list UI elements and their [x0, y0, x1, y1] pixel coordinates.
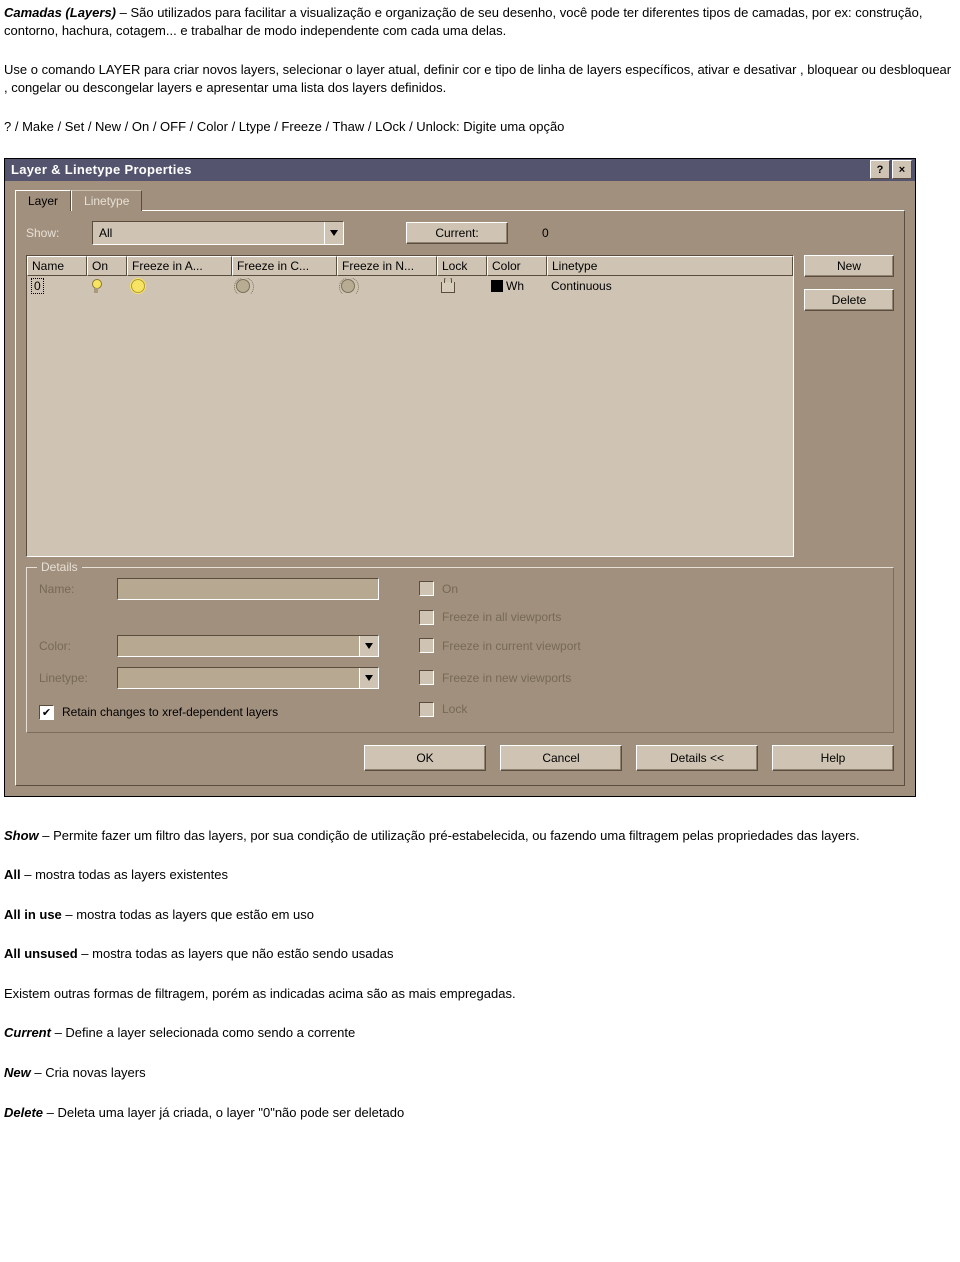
- details-linetype-combo[interactable]: [117, 667, 379, 689]
- details-fieldset: Details Name: On Freeze in all viewports…: [26, 567, 894, 733]
- tab-layer[interactable]: Layer: [15, 190, 71, 211]
- checkbox-freeze-current[interactable]: [419, 638, 434, 653]
- details-lock-label: Lock: [442, 702, 467, 716]
- delete-desc: Delete – Deleta uma layer já criada, o l…: [4, 1104, 956, 1122]
- col-freeze-new[interactable]: Freeze in N...: [337, 256, 437, 276]
- intro-heading: Camadas (Layers): [4, 5, 116, 20]
- details-legend: Details: [37, 560, 82, 574]
- other-filter-desc: Existem outras formas de filtragem, poré…: [4, 985, 956, 1003]
- intro-p1-rest: – São utilizados para facilitar a visual…: [4, 5, 922, 38]
- show-combo-value: All: [93, 226, 324, 240]
- color-swatch-icon[interactable]: [491, 280, 503, 292]
- details-retain-label: Retain changes to xref-dependent layers: [62, 705, 278, 719]
- details-color-label: Color:: [39, 639, 109, 653]
- show-combo[interactable]: All: [92, 221, 344, 245]
- tab-linetype[interactable]: Linetype: [71, 190, 142, 211]
- show-label: Show:: [26, 226, 76, 240]
- chevron-down-icon[interactable]: [324, 222, 343, 244]
- details-name-field[interactable]: [117, 578, 379, 600]
- sun-new-icon[interactable]: [341, 279, 355, 293]
- col-on[interactable]: On: [87, 256, 127, 276]
- layer-properties-dialog: Layer & Linetype Properties ? × Layer Li…: [4, 158, 916, 797]
- checkbox-retain[interactable]: ✔: [39, 705, 54, 720]
- dialog-titlebar[interactable]: Layer & Linetype Properties ? ×: [5, 159, 915, 181]
- ok-button[interactable]: OK: [364, 745, 486, 771]
- delete-button[interactable]: Delete: [804, 289, 894, 311]
- bulb-on-icon[interactable]: [91, 279, 101, 293]
- chevron-down-icon[interactable]: [359, 668, 378, 688]
- col-freeze-current[interactable]: Freeze in C...: [232, 256, 337, 276]
- cancel-button[interactable]: Cancel: [500, 745, 622, 771]
- details-color-combo[interactable]: [117, 635, 379, 657]
- details-on-label: On: [442, 582, 458, 596]
- tab-panel-layer: Show: All Current: 0 Name On: [15, 210, 905, 786]
- intro-paragraph-3: ? / Make / Set / New / On / OFF / Color …: [4, 118, 956, 136]
- details-linetype-label: Linetype:: [39, 671, 109, 685]
- details-toggle-button[interactable]: Details <<: [636, 745, 758, 771]
- layer-row-name: 0: [31, 278, 44, 294]
- titlebar-close-button[interactable]: ×: [892, 160, 912, 179]
- layer-row-linetype: Continuous: [551, 279, 612, 293]
- layer-list-header: Name On Freeze in A... Freeze in C... Fr…: [27, 256, 793, 276]
- checkbox-lock[interactable]: [419, 702, 434, 717]
- details-fnv-label: Freeze in new viewports: [442, 671, 571, 685]
- current-value: 0: [542, 226, 549, 240]
- all-in-use-desc: All in use – mostra todas as layers que …: [4, 906, 956, 924]
- sun-current-icon[interactable]: [236, 279, 250, 293]
- checkbox-on[interactable]: [419, 581, 434, 596]
- lock-icon[interactable]: [441, 282, 455, 293]
- titlebar-help-button[interactable]: ?: [870, 160, 890, 179]
- col-color[interactable]: Color: [487, 256, 547, 276]
- intro-paragraph-2: Use o comando LAYER para criar novos lay…: [4, 61, 956, 96]
- layer-list[interactable]: Name On Freeze in A... Freeze in C... Fr…: [26, 255, 794, 557]
- current-desc: Current – Define a layer selecionada com…: [4, 1024, 956, 1042]
- all-desc: All – mostra todas as layers existentes: [4, 866, 956, 884]
- intro-paragraph-1: Camadas (Layers) – São utilizados para f…: [4, 4, 956, 39]
- dialog-title: Layer & Linetype Properties: [11, 162, 868, 177]
- layer-row[interactable]: 0 Wh Continuous: [27, 276, 793, 296]
- help-button[interactable]: Help: [772, 745, 894, 771]
- current-button[interactable]: Current:: [406, 222, 508, 244]
- new-desc: New – Cria novas layers: [4, 1064, 956, 1082]
- sun-icon[interactable]: [131, 279, 145, 293]
- col-lock[interactable]: Lock: [437, 256, 487, 276]
- layer-row-color: Wh: [506, 279, 524, 293]
- checkbox-freeze-all[interactable]: [419, 610, 434, 625]
- details-name-label: Name:: [39, 582, 109, 596]
- details-fcv-label: Freeze in current viewport: [442, 639, 581, 653]
- chevron-down-icon[interactable]: [359, 636, 378, 656]
- checkbox-freeze-new[interactable]: [419, 670, 434, 685]
- show-desc: Show – Permite fazer um filtro das layer…: [4, 827, 956, 845]
- col-freeze-all[interactable]: Freeze in A...: [127, 256, 232, 276]
- details-fav-label: Freeze in all viewports: [442, 610, 561, 624]
- col-linetype[interactable]: Linetype: [547, 256, 793, 276]
- all-unused-desc: All unsused – mostra todas as layers que…: [4, 945, 956, 963]
- col-name[interactable]: Name: [27, 256, 87, 276]
- new-button[interactable]: New: [804, 255, 894, 277]
